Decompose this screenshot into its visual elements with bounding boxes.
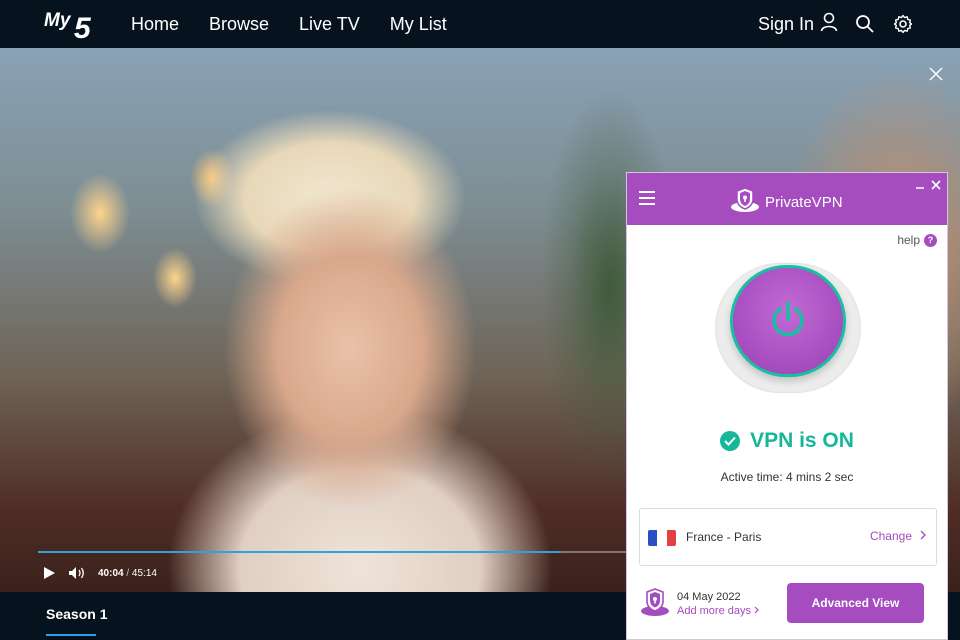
progress-fill	[38, 551, 561, 553]
status-text: VPN is ON	[750, 429, 854, 452]
nav-home[interactable]: Home	[131, 14, 179, 35]
tab-underline	[46, 634, 96, 636]
vpn-header: PrivateVPN	[627, 173, 947, 225]
duration: 45:14	[131, 567, 157, 579]
nav-browse[interactable]: Browse	[209, 14, 269, 35]
france-flag-icon	[648, 530, 676, 546]
power-button[interactable]	[730, 265, 846, 377]
user-icon	[820, 12, 838, 37]
location-selector[interactable]: France - Paris Change	[639, 508, 937, 566]
nav-my-list[interactable]: My List	[390, 14, 447, 35]
nav-live-tv[interactable]: Live TV	[299, 14, 360, 35]
check-icon	[720, 431, 741, 451]
time-separator: /	[126, 567, 130, 579]
subscription-shield-icon	[639, 587, 671, 617]
help-icon: ?	[924, 233, 937, 247]
add-more-days-label: Add more days	[677, 605, 751, 617]
play-icon[interactable]	[42, 566, 56, 580]
add-more-days-link[interactable]: Add more days	[677, 605, 760, 617]
my5-player-app: My 5 Home Browse Live TV My List Sign In	[0, 0, 960, 640]
location-name: France - Paris	[686, 530, 762, 544]
nav-right: Sign In	[758, 0, 914, 48]
advanced-view-button[interactable]: Advanced View	[787, 583, 924, 623]
svg-text:5: 5	[74, 12, 92, 40]
subscription-date: 04 May 2022	[677, 591, 741, 603]
change-location-link[interactable]: Change	[870, 529, 926, 543]
player-controls: 40:04 / 45:14	[42, 566, 157, 580]
power-icon	[768, 299, 808, 344]
current-time: 40:04	[98, 567, 124, 579]
close-icon[interactable]	[928, 66, 944, 82]
change-label: Change	[869, 529, 912, 543]
my5-logo[interactable]: My 5	[44, 6, 96, 40]
vpn-brand: PrivateVPN	[729, 187, 843, 217]
tab-season-1[interactable]: Season 1	[46, 606, 107, 622]
minimize-icon[interactable]	[915, 179, 925, 191]
window-buttons	[915, 179, 941, 191]
search-icon[interactable]	[854, 13, 876, 35]
vpn-brand-name: PrivateVPN	[765, 193, 843, 211]
vpn-logo-icon	[729, 187, 761, 217]
chevron-right-icon	[920, 529, 926, 543]
hamburger-menu-icon[interactable]	[639, 191, 655, 205]
chevron-right-small-icon	[754, 605, 760, 617]
top-nav: My 5 Home Browse Live TV My List Sign In	[0, 0, 960, 48]
svg-text:My: My	[44, 10, 72, 31]
volume-icon[interactable]	[68, 566, 86, 580]
help-label: help	[897, 233, 920, 247]
vpn-status: VPN is ON	[627, 429, 947, 453]
nav-links: Home Browse Live TV My List	[131, 0, 447, 48]
active-time: Active time: 4 mins 2 sec	[720, 470, 854, 484]
help-link[interactable]: help ?	[897, 233, 937, 247]
private-vpn-window: PrivateVPN help ? VPN is ON Active time:…	[626, 172, 948, 640]
progress-bar[interactable]	[38, 551, 628, 553]
sign-in-label: Sign In	[757, 13, 814, 34]
gear-icon[interactable]	[892, 13, 914, 35]
close-window-icon[interactable]	[931, 179, 941, 191]
sign-in-button[interactable]: Sign In	[758, 12, 838, 37]
